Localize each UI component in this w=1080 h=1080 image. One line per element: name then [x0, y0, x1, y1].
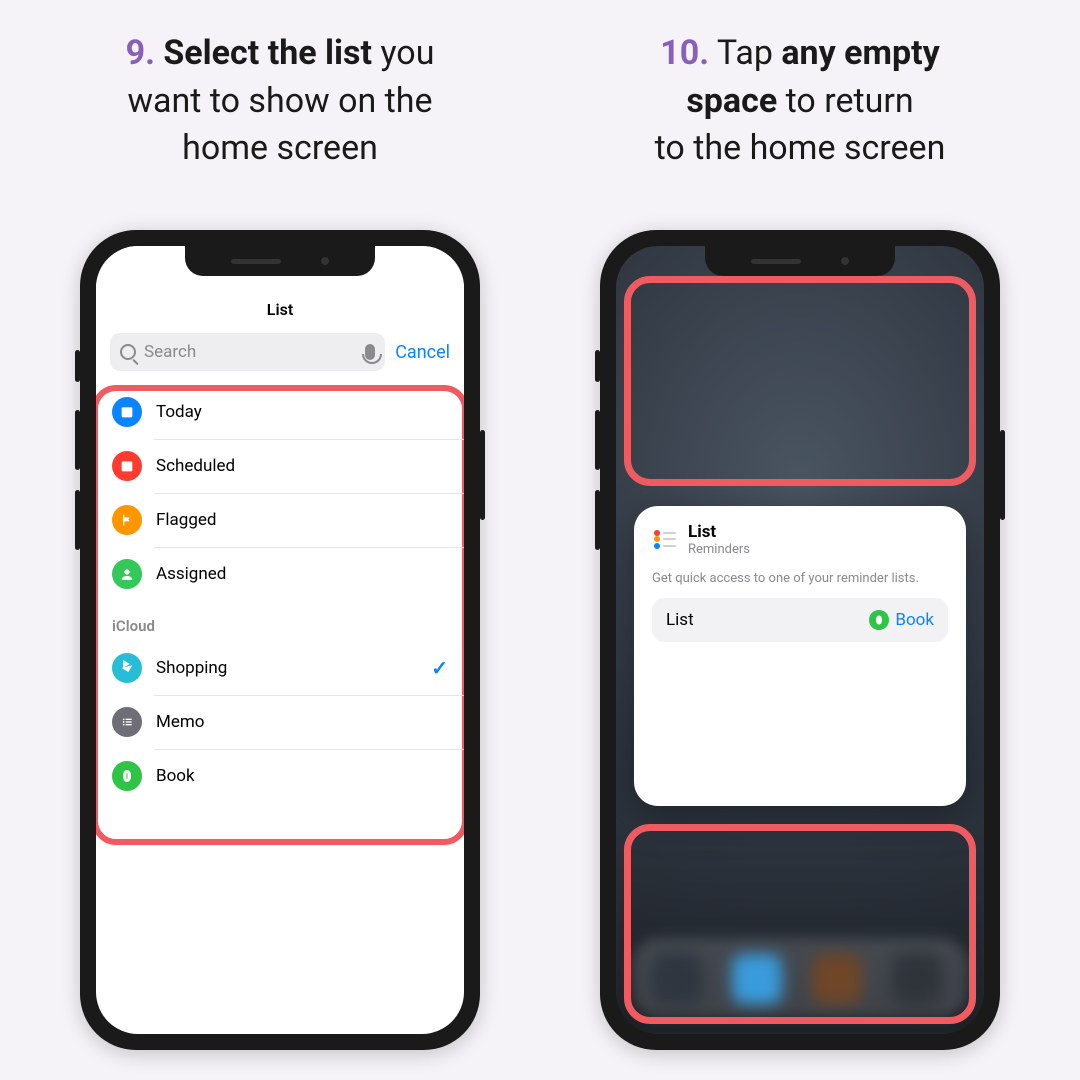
empty-space-top[interactable]: [616, 246, 984, 506]
phone-mockup-1: List Search Cancel: [80, 230, 480, 1050]
phone-mockup-2: List Reminders Get quick access to one o…: [600, 230, 1000, 1050]
reminders-app-icon: [652, 527, 678, 553]
list-item-shopping[interactable]: Shopping ✓: [96, 641, 464, 695]
list-icon: [112, 707, 142, 737]
empty-space-bottom[interactable]: [616, 834, 984, 1034]
list-item-assigned[interactable]: Assigned: [96, 547, 464, 601]
widget-title: List: [688, 522, 750, 542]
list-item-today[interactable]: Today: [96, 385, 464, 439]
search-icon: [120, 344, 136, 360]
sheet-title: List: [96, 292, 464, 333]
widget-description: Get quick access to one of your reminder…: [652, 571, 948, 586]
book-list-icon: [869, 610, 889, 630]
search-input[interactable]: Search: [110, 333, 385, 371]
list-item-book[interactable]: Book: [96, 749, 464, 803]
cancel-button[interactable]: Cancel: [395, 342, 450, 363]
list-item-scheduled[interactable]: Scheduled: [96, 439, 464, 493]
book-icon: [112, 761, 142, 791]
person-icon: [112, 559, 142, 589]
search-placeholder: Search: [144, 342, 196, 362]
today-icon: [112, 397, 142, 427]
widget-list-selector[interactable]: List Book: [652, 598, 948, 642]
calendar-icon: [112, 451, 142, 481]
list-item-flagged[interactable]: Flagged: [96, 493, 464, 547]
list-item-memo[interactable]: Memo: [96, 695, 464, 749]
section-icloud: iCloud: [96, 601, 464, 641]
widget-config-card[interactable]: List Reminders Get quick access to one o…: [634, 506, 966, 806]
mic-icon[interactable]: [365, 344, 375, 360]
step-10-caption: 10. Tap any empty space to return to the…: [655, 30, 946, 210]
widget-subtitle: Reminders: [688, 542, 750, 557]
step-9-caption: 9. Select the list you want to show on t…: [126, 30, 435, 210]
shopping-icon: [112, 653, 142, 683]
checkmark-icon: ✓: [431, 656, 448, 680]
flag-icon: [112, 505, 142, 535]
